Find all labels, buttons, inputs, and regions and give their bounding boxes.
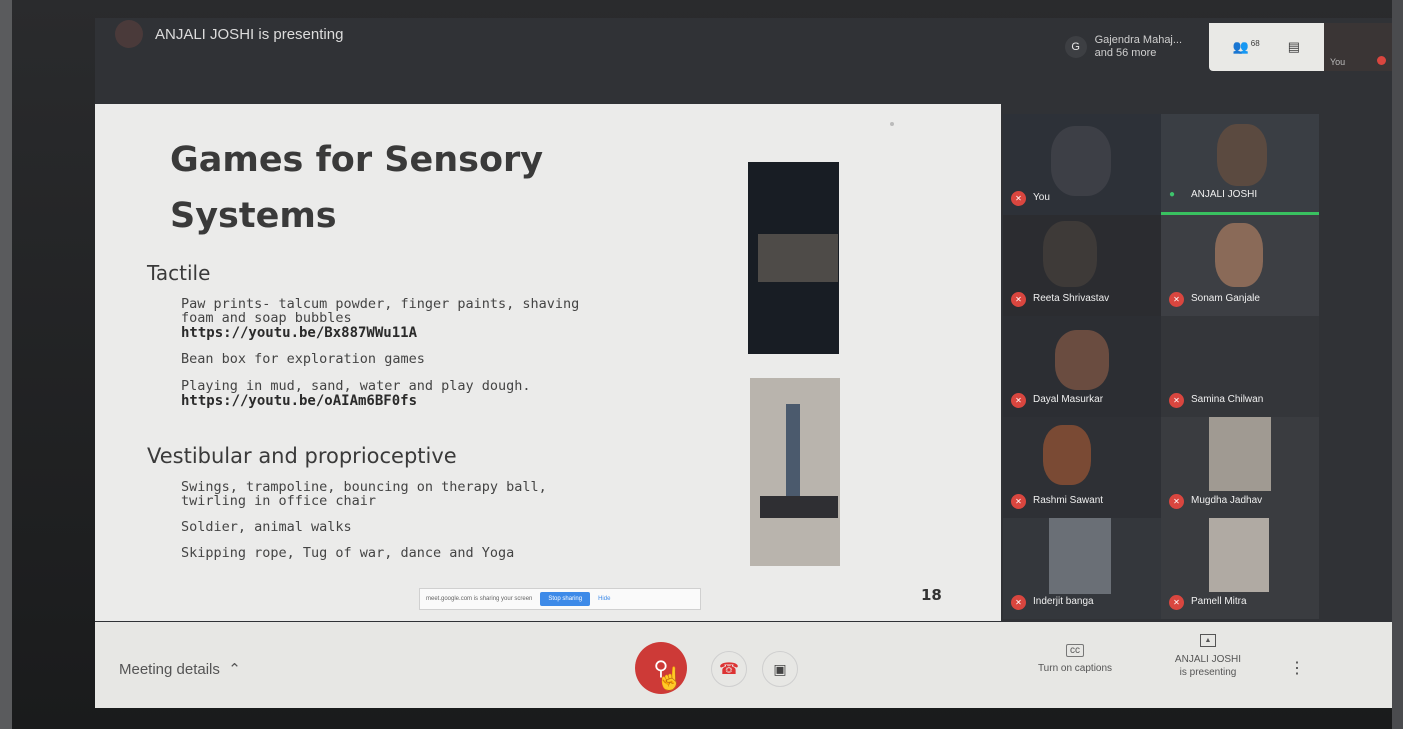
participant-name: ANJALI JOSHI xyxy=(1191,189,1258,200)
phone-hangup-icon: ☎ xyxy=(719,661,739,678)
leave-call-button[interactable]: ☎ xyxy=(711,651,747,687)
participant-name: Pamell Mitra xyxy=(1191,596,1247,607)
chat-icon: ▤ xyxy=(1287,39,1300,54)
mic-off-icon: ✕ xyxy=(1011,191,1026,206)
mic-off-icon: ✕ xyxy=(1011,393,1026,408)
captions-label: Turn on captions xyxy=(1037,663,1113,674)
slide-title-line2: Systems xyxy=(170,196,337,236)
share-notice-text: meet.google.com is sharing your screen xyxy=(426,596,533,602)
mic-off-icon: ✕ xyxy=(1169,292,1184,307)
tactile-item-2: Bean box for exploration games xyxy=(181,351,425,367)
participant-name: Reeta Shrivastav xyxy=(1033,293,1110,304)
vestibular-item-2: Soldier, animal walks xyxy=(181,519,352,535)
vestibular-item-3: Skipping rope, Tug of war, dance and Yog… xyxy=(181,545,515,561)
mic-off-icon: ✕ xyxy=(1169,595,1184,610)
stop-sharing-button[interactable]: Stop sharing xyxy=(540,592,591,606)
pointer-dot xyxy=(890,122,894,126)
participant-name: Rashmi Sawant xyxy=(1033,495,1104,506)
participant-tile[interactable]: ● ANJALI JOSHI xyxy=(1161,114,1319,215)
slide-title-line1: Games for Sensory xyxy=(170,140,544,180)
tactile-item-3: Playing in mud, sand, water and play dou… xyxy=(181,378,531,394)
presenter-header: ANJALI JOSHI is presenting xyxy=(115,20,343,48)
slide-photo-handstand xyxy=(750,378,840,566)
vestibular-item-1: Swings, trampoline, bouncing on therapy … xyxy=(181,479,547,495)
vestibular-heading: Vestibular and proprioceptive xyxy=(147,444,457,468)
chevron-up-icon: ⌃ xyxy=(224,661,241,678)
presenting-button[interactable]: ▲ ANJALI JOSHI is presenting xyxy=(1153,634,1263,679)
participant-name: Inderjit banga xyxy=(1033,596,1094,607)
people-count: 68 xyxy=(1250,38,1260,48)
presenting-name: ANJALI JOSHI xyxy=(1174,654,1242,665)
tactile-heading: Tactile xyxy=(147,261,211,285)
mic-off-icon: ✕ xyxy=(1011,595,1026,610)
mic-off-icon: ✕ xyxy=(1011,292,1026,307)
participant-tile[interactable]: ✕ Mugdha Jadhav xyxy=(1161,417,1319,518)
top-toolbar: 👥 68 ▤ xyxy=(1208,23,1324,71)
participant-tile[interactable]: ✕ Sonam Ganjale xyxy=(1161,215,1319,316)
other-participant-avatar[interactable]: G xyxy=(1064,36,1087,58)
participant-name: Mugdha Jadhav xyxy=(1191,495,1263,506)
participant-name: Samina Chilwan xyxy=(1191,394,1264,405)
people-button[interactable]: 👥 68 xyxy=(1233,39,1260,55)
vestibular-item-1-cont: twirling in office chair xyxy=(181,493,377,509)
participant-grid: ✕ You ● ANJALI JOSHI ✕ Reeta Shrivastav … xyxy=(1003,114,1319,620)
mic-off-icon: ✕ xyxy=(1169,494,1184,509)
speaking-indicator-icon: ● xyxy=(1169,189,1176,200)
chat-button[interactable]: ▤ xyxy=(1288,39,1300,55)
presenter-status-text: ANJALI JOSHI is presenting xyxy=(155,25,344,43)
screen-share-notification: meet.google.com is sharing your screen S… xyxy=(419,588,701,610)
self-view-thumbnail[interactable]: You xyxy=(1324,23,1392,71)
participant-name: Sonam Ganjale xyxy=(1191,293,1260,304)
participant-tile[interactable]: ✕ You xyxy=(1003,114,1161,215)
shared-screen-slide: Games for Sensory Systems Tactile Paw pr… xyxy=(95,104,1001,621)
mic-off-icon: ✕ xyxy=(1169,393,1184,408)
top-right-controls: G Gajendra Mahaj... and 56 more 👥 68 ▤ Y… xyxy=(1064,18,1392,76)
bottom-control-bar: Meeting details ⌃ ⚲ ☝ ☎ ▣ cc Turn on cap… xyxy=(95,622,1392,708)
slide-photo-yoga xyxy=(748,162,839,354)
participant-tile[interactable]: ✕ Dayal Masurkar xyxy=(1003,316,1161,417)
participant-name: You xyxy=(1033,192,1050,203)
captions-button[interactable]: cc Turn on captions xyxy=(1025,644,1125,674)
camera-toggle-button[interactable]: ▣ xyxy=(762,651,798,687)
participant-tile[interactable]: ✕ Pamell Mitra xyxy=(1161,518,1319,619)
meeting-details-button[interactable]: Meeting details ⌃ xyxy=(119,660,241,678)
meet-window: ANJALI JOSHI is presenting G Gajendra Ma… xyxy=(95,18,1392,708)
left-bezel xyxy=(0,0,12,729)
tactile-item-1-cont: foam and soap bubbles xyxy=(181,310,352,326)
self-mic-muted-icon xyxy=(1377,56,1386,65)
participant-tile[interactable]: ✕ Reeta Shrivastav xyxy=(1003,215,1161,316)
self-view-label: You xyxy=(1330,57,1346,67)
slide-page-number: 18 xyxy=(921,586,942,604)
tactile-item-1: Paw prints- talcum powder, finger paints… xyxy=(181,296,580,312)
hide-button[interactable]: Hide xyxy=(598,596,610,602)
tactile-link-2[interactable]: https://youtu.be/oAIAm6BF0fs xyxy=(181,394,417,408)
presenting-status: is presenting xyxy=(1179,667,1237,678)
meeting-details-label: Meeting details xyxy=(119,661,220,678)
captions-icon: cc xyxy=(1066,644,1084,657)
people-icon: 👥 xyxy=(1232,39,1249,54)
participant-tile[interactable]: ✕ Samina Chilwan xyxy=(1161,316,1319,417)
camera-icon: ▣ xyxy=(773,660,787,677)
present-screen-icon: ▲ xyxy=(1200,634,1216,647)
participant-name: Dayal Masurkar xyxy=(1033,394,1104,405)
slide-title: Games for Sensory Systems xyxy=(170,132,543,244)
other-participants-summary: Gajendra Mahaj... and 56 more xyxy=(1094,34,1183,59)
tactile-link-1[interactable]: https://youtu.be/Bx887WWu11A xyxy=(181,326,417,340)
more-options-icon[interactable]: ⋮ xyxy=(1289,658,1305,678)
participant-tile[interactable]: ✕ Inderjit banga xyxy=(1003,518,1161,619)
mouse-cursor-icon: ☝ xyxy=(656,666,684,691)
right-bezel xyxy=(1392,0,1403,729)
mic-off-icon: ✕ xyxy=(1011,494,1026,509)
presenter-avatar xyxy=(115,20,143,48)
participant-tile[interactable]: ✕ Rashmi Sawant xyxy=(1003,417,1161,518)
